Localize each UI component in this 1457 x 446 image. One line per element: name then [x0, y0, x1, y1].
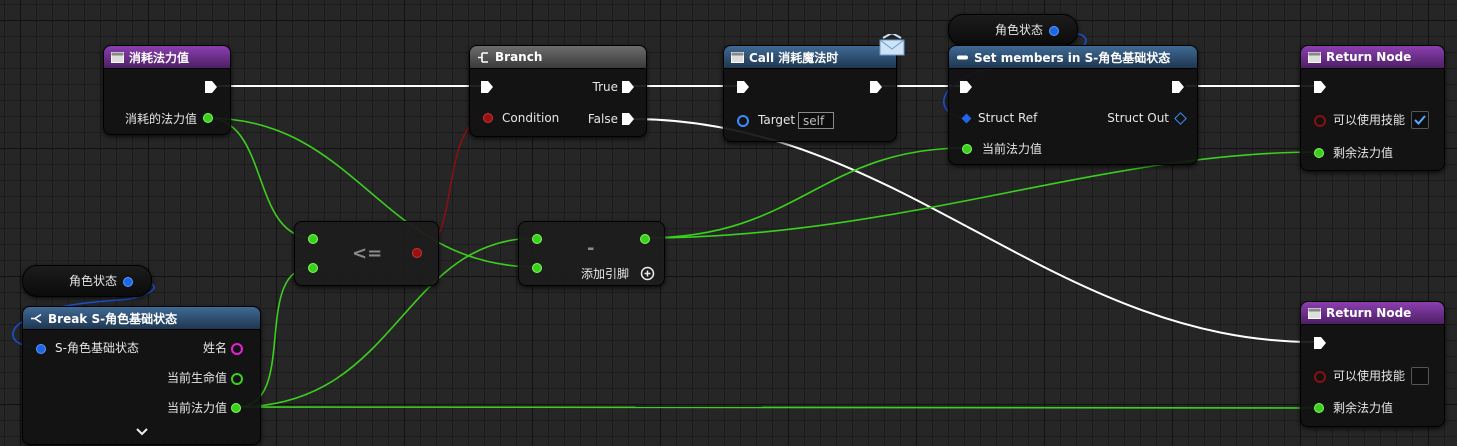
break-struct-node[interactable]: Break S-角色基础状态 S-角色基础状态 姓名 当前生命值 当前法力值: [22, 306, 261, 445]
break-struct-in-pin[interactable]: [36, 344, 46, 354]
exec-out-pin[interactable]: [204, 80, 218, 94]
compare-in-a-pin[interactable]: [308, 234, 318, 244]
call-function-node[interactable]: Call 消耗魔法时 Target self: [723, 34, 905, 142]
mana-field-label: 当前法力值: [982, 142, 1043, 156]
compare-out-pin[interactable]: [412, 248, 422, 258]
subtract-out-pin[interactable]: [640, 234, 650, 244]
variable-out-pin[interactable]: [1049, 26, 1059, 36]
subtract-in-a-pin[interactable]: [532, 234, 542, 244]
target-label: Target: [758, 113, 796, 127]
branch-header: Branch: [470, 46, 646, 69]
can-use-skill-checkbox[interactable]: [1411, 111, 1429, 129]
branch-false-pin[interactable]: [621, 112, 635, 126]
variable-get-node-left[interactable]: 角色状态: [22, 265, 152, 297]
subtract-node[interactable]: - 添加引脚: [518, 221, 665, 286]
variable-out-pin[interactable]: [123, 277, 133, 287]
function-icon: [731, 51, 744, 63]
can-use-skill-pin[interactable]: [1314, 115, 1326, 127]
set-members-title: Set members in S-角色基础状态: [974, 50, 1171, 65]
branch-false-label: False: [587, 112, 618, 126]
checkmark-icon: [1414, 115, 1426, 125]
cost-param-pin[interactable]: [203, 113, 213, 123]
remaining-mana-label: 剩余法力值: [1333, 401, 1394, 415]
target-self-box[interactable]: self: [798, 112, 834, 129]
can-use-skill-pin[interactable]: [1314, 371, 1326, 383]
return-title-2: Return Node: [1326, 306, 1412, 320]
function-icon: [1308, 51, 1321, 63]
subtract-operator: -: [587, 238, 595, 259]
branch-node[interactable]: Branch True Condition False: [469, 45, 647, 137]
health-out-label: 当前生命值: [166, 371, 227, 385]
struct-ref-label: Struct Ref: [978, 111, 1038, 125]
remaining-mana-pin[interactable]: [1314, 403, 1324, 413]
compare-node[interactable]: <=: [294, 221, 439, 286]
condition-label: Condition: [502, 111, 560, 125]
cost-param-label: 消耗的法力值: [124, 112, 197, 126]
target-pin[interactable]: [737, 115, 749, 127]
set-exec-out-pin[interactable]: [1171, 80, 1185, 94]
can-use-skill-label: 可以使用技能: [1333, 113, 1406, 127]
return-header-1: Return Node: [1301, 46, 1444, 69]
compare-operator: <=: [352, 243, 383, 264]
struct-out-label: Struct Out: [1107, 111, 1169, 125]
function-entry-node[interactable]: 消耗法力值 消耗的法力值: [103, 45, 231, 135]
set-exec-in-pin[interactable]: [959, 80, 973, 94]
function-entry-header: 消耗法力值: [104, 46, 230, 69]
struct-ref-pin[interactable]: [961, 113, 972, 124]
branch-exec-in-pin[interactable]: [480, 80, 494, 94]
remaining-mana-label: 剩余法力值: [1333, 146, 1394, 160]
branch-true-label: True: [592, 80, 619, 94]
condition-pin[interactable]: [483, 113, 493, 123]
break-struct-in-label: S-角色基础状态: [55, 341, 139, 355]
return2-exec-in-pin[interactable]: [1313, 336, 1327, 350]
remaining-mana-pin[interactable]: [1314, 148, 1324, 158]
call-exec-out-pin[interactable]: [869, 80, 883, 94]
branch-true-pin[interactable]: [621, 80, 635, 94]
function-entry-title: 消耗法力值: [129, 50, 190, 65]
return1-exec-in-pin[interactable]: [1313, 80, 1327, 94]
mana-field-pin[interactable]: [962, 144, 972, 154]
can-use-skill-checkbox[interactable]: [1411, 367, 1429, 385]
break-header: Break S-角色基础状态: [23, 307, 260, 330]
function-icon: [111, 51, 124, 63]
set-members-node[interactable]: Set members in S-角色基础状态 Struct Ref Struc…: [948, 45, 1198, 165]
break-struct-icon: [31, 313, 42, 323]
variable-label: 角色状态: [69, 274, 118, 288]
name-out-label: 姓名: [202, 341, 227, 355]
call-title: Call 消耗魔法时: [749, 50, 839, 65]
return-node-1[interactable]: Return Node 可以使用技能 剩余法力值: [1300, 45, 1445, 171]
function-icon: [1308, 307, 1321, 319]
branch-title: Branch: [495, 50, 543, 64]
expand-chevron-icon[interactable]: [135, 427, 149, 437]
message-envelope-icon: [879, 34, 905, 56]
return-title-1: Return Node: [1326, 50, 1412, 64]
break-title: Break S-角色基础状态: [48, 311, 178, 326]
subtract-in-b-pin[interactable]: [532, 263, 542, 273]
mana-out-label: 当前法力值: [166, 401, 227, 415]
variable-get-node-top[interactable]: 角色状态: [948, 14, 1078, 46]
name-out-pin[interactable]: [231, 343, 243, 355]
variable-label: 角色状态: [995, 23, 1044, 37]
struct-out-pin[interactable]: [1174, 112, 1187, 125]
set-members-header: Set members in S-角色基础状态: [949, 46, 1197, 69]
mana-out-pin[interactable]: [231, 403, 241, 413]
add-pin-icon[interactable]: [640, 266, 655, 281]
return-node-2[interactable]: Return Node 可以使用技能 剩余法力值: [1300, 301, 1445, 427]
call-exec-in-pin[interactable]: [736, 80, 750, 94]
set-members-icon: [957, 55, 968, 59]
compare-in-b-pin[interactable]: [308, 263, 318, 273]
health-out-pin[interactable]: [231, 373, 243, 385]
add-pin-label[interactable]: 添加引脚: [581, 267, 629, 281]
call-header: Call 消耗魔法时: [724, 46, 896, 69]
can-use-skill-label: 可以使用技能: [1333, 369, 1406, 383]
return-header-2: Return Node: [1301, 302, 1444, 325]
branch-icon: [478, 51, 488, 63]
